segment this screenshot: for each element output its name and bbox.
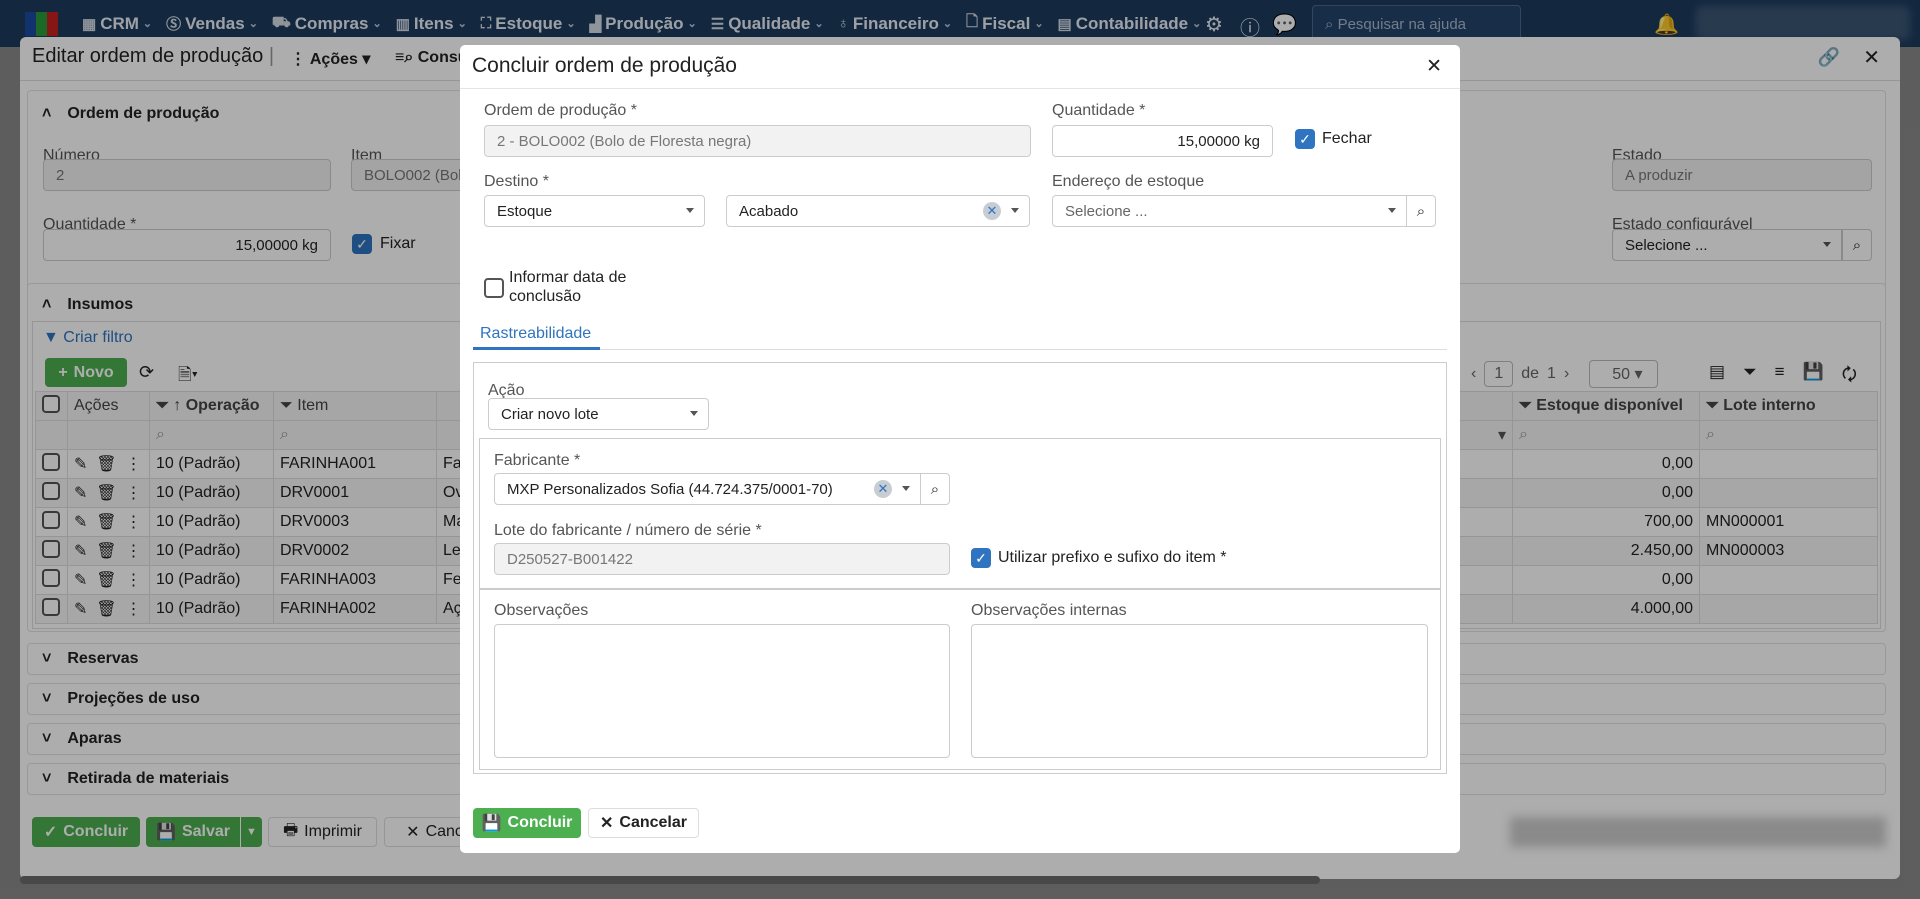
tab-rastreabilidade[interactable]: Rastreabilidade [480, 325, 591, 343]
destino-tipo-select[interactable]: Estoque [484, 195, 705, 227]
traceability-panel: Ação Criar novo lote Fabricante * MXP Pe… [473, 362, 1447, 774]
utilizar-prefixo-label: Utilizar prefixo e sufixo do item * [998, 549, 1227, 566]
quantidade-field[interactable]: 15,00000 kg [1052, 125, 1273, 157]
observacoes-textarea[interactable] [494, 624, 950, 758]
close-icon[interactable]: ✕ [1426, 55, 1442, 78]
informar-data-checkbox[interactable] [484, 278, 504, 298]
utilizar-prefixo-checkbox[interactable]: ✓ [971, 548, 991, 568]
save-icon: 💾 [481, 815, 502, 832]
divider [460, 88, 1460, 89]
endereco-label: Endereço de estoque [1052, 173, 1205, 190]
fechar-checkbox[interactable]: ✓ [1295, 129, 1315, 149]
observations-box: Observações Observações internas [479, 589, 1441, 770]
observacoes-label: Observações [494, 602, 589, 619]
acao-select[interactable]: Criar novo lote [488, 398, 709, 430]
clear-icon[interactable]: ✕ [874, 480, 892, 498]
ordem-field[interactable]: 2 - BOLO002 (Bolo de Floresta negra) [484, 125, 1031, 157]
lote-field[interactable]: D250527-B001422 [494, 543, 950, 575]
quantidade-label: Quantidade * [1052, 102, 1146, 119]
modal-cancel-button[interactable]: ✕ Cancelar [588, 808, 699, 838]
modal-conclude-button[interactable]: 💾 Concluir [473, 808, 581, 838]
fabricante-label: Fabricante * [494, 452, 581, 469]
fechar-label: Fechar [1322, 130, 1372, 147]
modal-title: Concluir ordem de produção [472, 54, 737, 77]
lot-box: Fabricante * MXP Personalizados Sofia (4… [479, 438, 1441, 589]
active-tab-indicator [473, 347, 600, 350]
conclude-order-modal: Concluir ordem de produção ✕ Ordem de pr… [460, 45, 1460, 853]
destino-select[interactable]: Acabado ✕ [726, 195, 1030, 227]
lote-label: Lote do fabricante / número de série * [494, 522, 762, 539]
endereco-select[interactable]: Selecione ... [1052, 195, 1407, 227]
observacoes-internas-textarea[interactable] [971, 624, 1428, 758]
fabricante-select[interactable]: MXP Personalizados Sofia (44.724.375/000… [494, 473, 921, 505]
search-icon[interactable]: ⌕ [920, 473, 950, 505]
destino-label: Destino * [484, 173, 549, 190]
informar-data-label: Informar data de conclusão [509, 269, 627, 305]
observacoes-internas-label: Observações internas [971, 602, 1127, 619]
ordem-label: Ordem de produção * [484, 102, 637, 119]
clear-icon[interactable]: ✕ [983, 202, 1001, 220]
search-icon[interactable]: ⌕ [1406, 195, 1436, 227]
close-icon: ✕ [600, 815, 614, 832]
